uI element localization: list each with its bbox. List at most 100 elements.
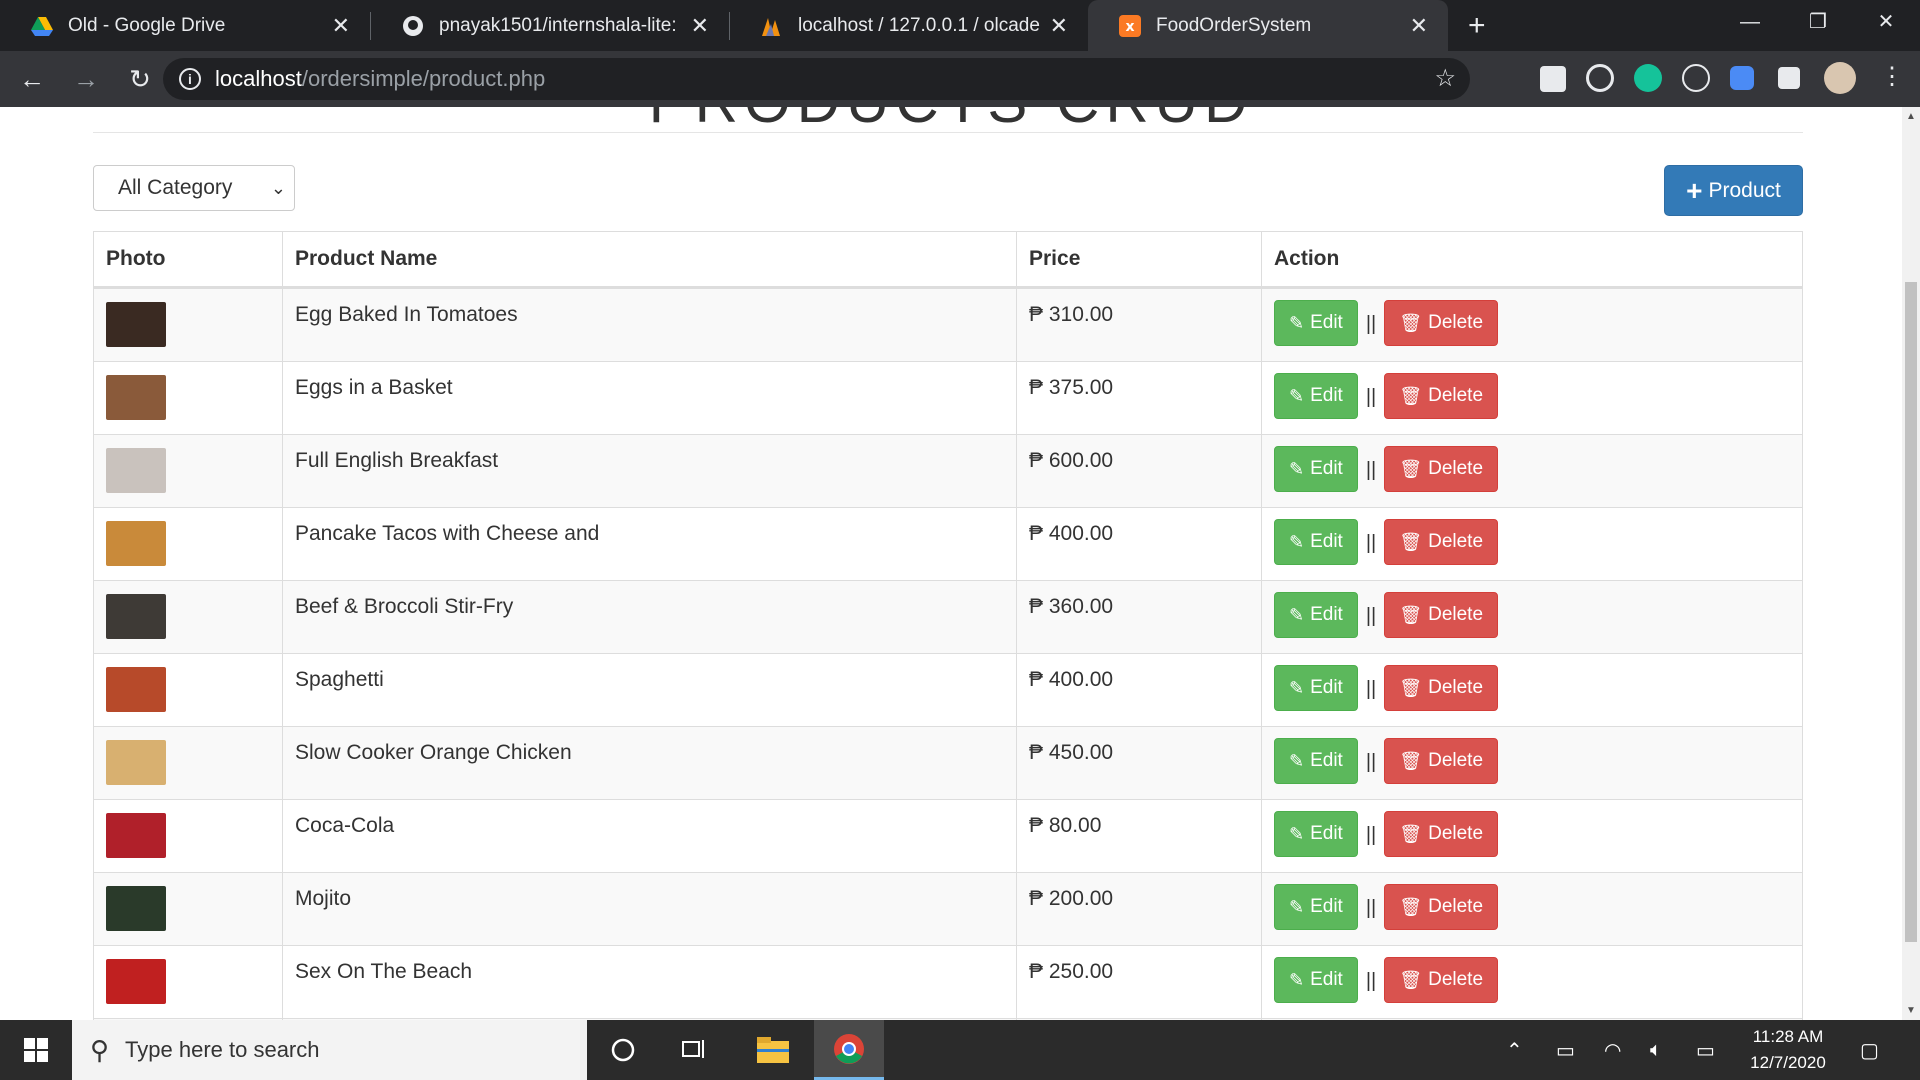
photo-cell [93,799,283,873]
show-hidden-icons-chevron-icon[interactable]: ⌃ [1506,1020,1523,1080]
battery-icon[interactable]: ▭ [1696,1020,1715,1080]
close-icon[interactable]: ✕ [691,13,709,39]
clock-time: 11:28 AM [1752,1027,1824,1046]
product-thumbnail [106,302,166,347]
bookmark-star-icon[interactable]: ☆ [1434,64,1456,93]
address-bar[interactable]: i localhost/ordersimple/product.php ☆ [163,58,1470,100]
product-name-cell: Coca-Cola [282,799,1017,873]
delete-label: Delete [1428,312,1484,333]
page-scrollbar[interactable]: ▲ ▼ [1902,107,1920,1020]
minimize-icon[interactable]: — [1716,0,1784,44]
close-icon[interactable]: ✕ [1410,13,1428,39]
delete-button[interactable]: 🗑︎ Delete [1384,300,1499,346]
scroll-up-icon[interactable]: ▲ [1906,111,1916,122]
pencil-icon: ✎ [1289,823,1305,844]
close-icon[interactable]: ✕ [1050,13,1068,39]
scrollbar-thumb[interactable] [1905,282,1917,942]
edit-label: Edit [1310,312,1343,333]
column-header-photo: Photo [93,231,283,289]
back-arrow-icon[interactable]: ← [10,64,54,95]
edit-button[interactable]: ✎ Edit [1274,811,1358,857]
windows-start-button[interactable] [0,1020,72,1080]
edit-button[interactable]: ✎ Edit [1274,884,1358,930]
tab-phpmyadmin[interactable]: localhost / 127.0.0.1 / olcademy | ✕ [730,0,1088,51]
forward-arrow-icon[interactable]: → [64,64,108,95]
edit-button[interactable]: ✎ Edit [1274,519,1358,565]
clock-date: 12/7/2020 [1750,1053,1826,1072]
puzzle-extensions-icon[interactable] [1778,67,1800,89]
product-thumbnail [106,959,166,1004]
delete-button[interactable]: 🗑︎ Delete [1384,373,1499,419]
profile-avatar[interactable] [1824,62,1856,94]
table-row: Eggs in a Basket ₱ 375.00 ✎ Edit || 🗑︎ Delete [93,361,1803,435]
taskbar-clock[interactable]: 11:28 AM 12/7/2020 [1728,1020,1848,1080]
edit-button[interactable]: ✎ Edit [1274,665,1358,711]
add-product-button[interactable]: + Product [1664,165,1803,216]
react-devtools-icon[interactable] [1682,64,1710,92]
tab-foodordersystem[interactable]: x FoodOrderSystem ✕ [1088,0,1448,51]
wifi-icon[interactable]: ◠ [1604,1020,1621,1080]
action-cell: ✎Edit || 🗑︎Delete [1261,434,1803,508]
reload-icon[interactable]: ↻ [118,64,162,95]
edit-button[interactable]: ✎ Edit [1274,446,1358,492]
chrome-taskbar-icon[interactable] [814,1020,884,1080]
divider [93,132,1803,133]
edit-button[interactable]: ✎ Edit [1274,373,1358,419]
info-icon[interactable]: i [179,68,201,90]
browser-toolbar: ← → ↻ i localhost/ordersimple/product.ph… [0,51,1920,107]
edit-button[interactable]: ✎ Edit [1274,957,1358,1003]
delete-button[interactable]: 🗑︎ Delete [1384,811,1499,857]
photo-cell [93,434,283,508]
xampp-icon: x [1119,14,1141,37]
table-row: Egg Baked In Tomatoes ₱ 310.00 ✎ Edit || 🗑︎ De… [93,287,1803,362]
edit-button[interactable]: ✎ Edit [1274,738,1358,784]
restore-icon[interactable]: ❐ [1784,0,1852,44]
menu-dots-icon[interactable]: ⋮ [1880,62,1904,91]
delete-button[interactable]: 🗑︎ Delete [1384,957,1499,1003]
price-cell: ₱ 310.00 [1016,287,1262,362]
product-name-cell: Egg Baked In Tomatoes [282,287,1017,362]
action-separator: || [1365,897,1377,919]
pen-extension-icon[interactable] [1540,66,1566,92]
table-row: Full English Breakfast ₱ 600.00 ✎ Edit || 🗑︎ D… [93,434,1803,508]
delete-button[interactable]: 🗑︎ Delete [1384,592,1499,638]
delete-label: Delete [1428,458,1484,479]
tab-google-drive[interactable]: Old - Google Drive ✕ [0,0,370,51]
volume-icon[interactable]: 🔈︎ [1650,1020,1662,1080]
product-name-cell: Beef & Broccoli Stir-Fry [282,580,1017,654]
delete-label: Delete [1428,604,1484,625]
product-thumbnail [106,448,166,493]
pencil-icon: ✎ [1289,969,1305,990]
speedometer-extension-icon[interactable] [1586,64,1614,92]
trash-icon: 🗑︎ [1399,750,1423,771]
meet-now-icon[interactable]: ▭ [1556,1020,1575,1080]
window-close-icon[interactable]: ✕ [1852,0,1920,44]
action-cell: ✎Edit || 🗑︎Delete [1261,799,1803,873]
cortana-icon[interactable] [588,1020,658,1080]
trash-icon: 🗑︎ [1399,823,1423,844]
category-select[interactable]: All Category ⌄ [93,165,295,211]
edit-button[interactable]: ✎ Edit [1274,300,1358,346]
delete-button[interactable]: 🗑︎ Delete [1384,738,1499,784]
action-cell: ✎Edit || 🗑︎Delete [1261,287,1803,362]
file-explorer-icon[interactable] [738,1020,808,1080]
new-tab-button[interactable]: + [1468,0,1486,51]
grammarly-extension-icon[interactable] [1634,64,1662,92]
pencil-icon: ✎ [1289,750,1305,771]
notifications-icon[interactable]: ▢ [1860,1020,1879,1080]
delete-button[interactable]: 🗑︎ Delete [1384,884,1499,930]
column-header-action: Action [1261,231,1803,289]
close-icon[interactable]: ✕ [332,13,350,39]
url-text[interactable]: localhost/ordersimple/product.php [215,66,545,92]
edit-label: Edit [1310,750,1343,771]
delete-button[interactable]: 🗑︎ Delete [1384,446,1499,492]
edit-button[interactable]: ✎ Edit [1274,592,1358,638]
delete-button[interactable]: 🗑︎ Delete [1384,519,1499,565]
task-view-icon[interactable] [660,1020,730,1080]
delete-button[interactable]: 🗑︎ Delete [1384,665,1499,711]
blue-extension-icon[interactable] [1730,66,1754,90]
taskbar-search-box[interactable]: ⚲ Type here to search [72,1020,587,1080]
tab-github[interactable]: pnayak1501/internshala-lite: Des ✕ [371,0,729,51]
tab-title: pnayak1501/internshala-lite: Des [439,14,681,36]
scroll-down-icon[interactable]: ▼ [1906,1005,1916,1016]
